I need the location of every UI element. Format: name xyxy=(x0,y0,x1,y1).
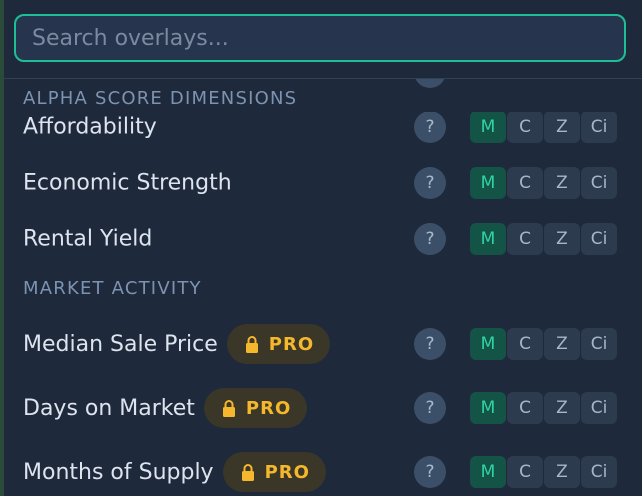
toggle-city[interactable]: Ci xyxy=(581,328,617,360)
lock-icon xyxy=(245,336,258,353)
view-toggle-group: M C Z Ci xyxy=(470,392,617,424)
toggle-zip[interactable]: Z xyxy=(544,111,580,143)
help-icon[interactable]: ? xyxy=(414,328,446,360)
overlay-label-text: Months of Supply xyxy=(23,459,214,485)
toggle-zip[interactable]: Z xyxy=(544,328,580,360)
toggle-city[interactable]: Ci xyxy=(581,456,617,488)
overlay-label: Affordability xyxy=(23,114,157,140)
overlay-dropdown-panel: ? ALPHA SCORE DIMENSIONS Affordability ?… xyxy=(4,0,642,496)
overlay-label: Months of Supply PRO xyxy=(23,452,326,492)
toggle-metro[interactable]: M xyxy=(470,392,506,424)
search-bar xyxy=(4,0,642,79)
pro-badge-label: PRO xyxy=(268,333,315,355)
toggle-metro[interactable]: M xyxy=(470,111,506,143)
toggle-city[interactable]: Ci xyxy=(581,392,617,424)
toggle-zip[interactable]: Z xyxy=(544,456,580,488)
toggle-metro[interactable]: M xyxy=(470,167,506,199)
lock-icon xyxy=(241,464,254,481)
toggle-county[interactable]: C xyxy=(507,392,543,424)
pro-badge-label: PRO xyxy=(245,397,292,419)
overlay-row[interactable]: Rental Yield ? M C Z Ci xyxy=(4,211,642,267)
view-toggle-group: M C Z Ci xyxy=(470,328,617,360)
toggle-county[interactable]: C xyxy=(507,111,543,143)
toggle-city[interactable]: Ci xyxy=(581,111,617,143)
overlay-label-text: Days on Market xyxy=(23,395,195,421)
toggle-zip[interactable]: Z xyxy=(544,223,580,255)
pro-badge-label: PRO xyxy=(264,461,310,483)
toggle-zip[interactable]: Z xyxy=(544,167,580,199)
help-icon[interactable]: ? xyxy=(414,167,446,199)
toggle-county[interactable]: C xyxy=(507,223,543,255)
pro-badge[interactable]: PRO xyxy=(203,388,308,428)
overlay-row[interactable]: Median Sale Price PRO ? M C Z Ci xyxy=(4,316,642,372)
toggle-county[interactable]: C xyxy=(507,456,543,488)
overlay-label: Median Sale Price PRO xyxy=(23,324,331,364)
view-toggle-group: M C Z Ci xyxy=(470,167,617,199)
view-toggle-group: M C Z Ci xyxy=(470,223,617,255)
section-header-market: MARKET ACTIVITY xyxy=(23,278,202,299)
overlay-label: Days on Market PRO xyxy=(23,388,308,428)
overlay-row[interactable]: Days on Market PRO ? M C Z Ci xyxy=(4,380,642,436)
overlay-label: Economic Strength xyxy=(23,170,232,196)
search-input[interactable] xyxy=(14,14,626,62)
overlay-row[interactable]: Months of Supply PRO ? M C Z Ci xyxy=(4,444,642,496)
view-toggle-group: M C Z Ci xyxy=(470,456,617,488)
toggle-city[interactable]: Ci xyxy=(581,223,617,255)
overlay-label: Rental Yield xyxy=(23,226,153,252)
help-icon[interactable]: ? xyxy=(414,223,446,255)
toggle-county[interactable]: C xyxy=(507,167,543,199)
overlay-label-text: Median Sale Price xyxy=(23,331,218,357)
lock-icon xyxy=(222,400,235,417)
view-toggle-group: M C Z Ci xyxy=(470,111,617,143)
pro-badge[interactable]: PRO xyxy=(222,452,326,492)
pro-badge[interactable]: PRO xyxy=(226,324,331,364)
help-icon[interactable]: ? xyxy=(414,392,446,424)
help-icon[interactable]: ? xyxy=(414,456,446,488)
overlay-row[interactable]: Economic Strength ? M C Z Ci xyxy=(4,155,642,211)
help-icon[interactable]: ? xyxy=(414,111,446,143)
toggle-metro[interactable]: M xyxy=(470,223,506,255)
toggle-city[interactable]: Ci xyxy=(581,167,617,199)
toggle-metro[interactable]: M xyxy=(470,328,506,360)
toggle-metro[interactable]: M xyxy=(470,456,506,488)
toggle-county[interactable]: C xyxy=(507,328,543,360)
section-header-sticky: ALPHA SCORE DIMENSIONS xyxy=(4,88,642,112)
toggle-zip[interactable]: Z xyxy=(544,392,580,424)
